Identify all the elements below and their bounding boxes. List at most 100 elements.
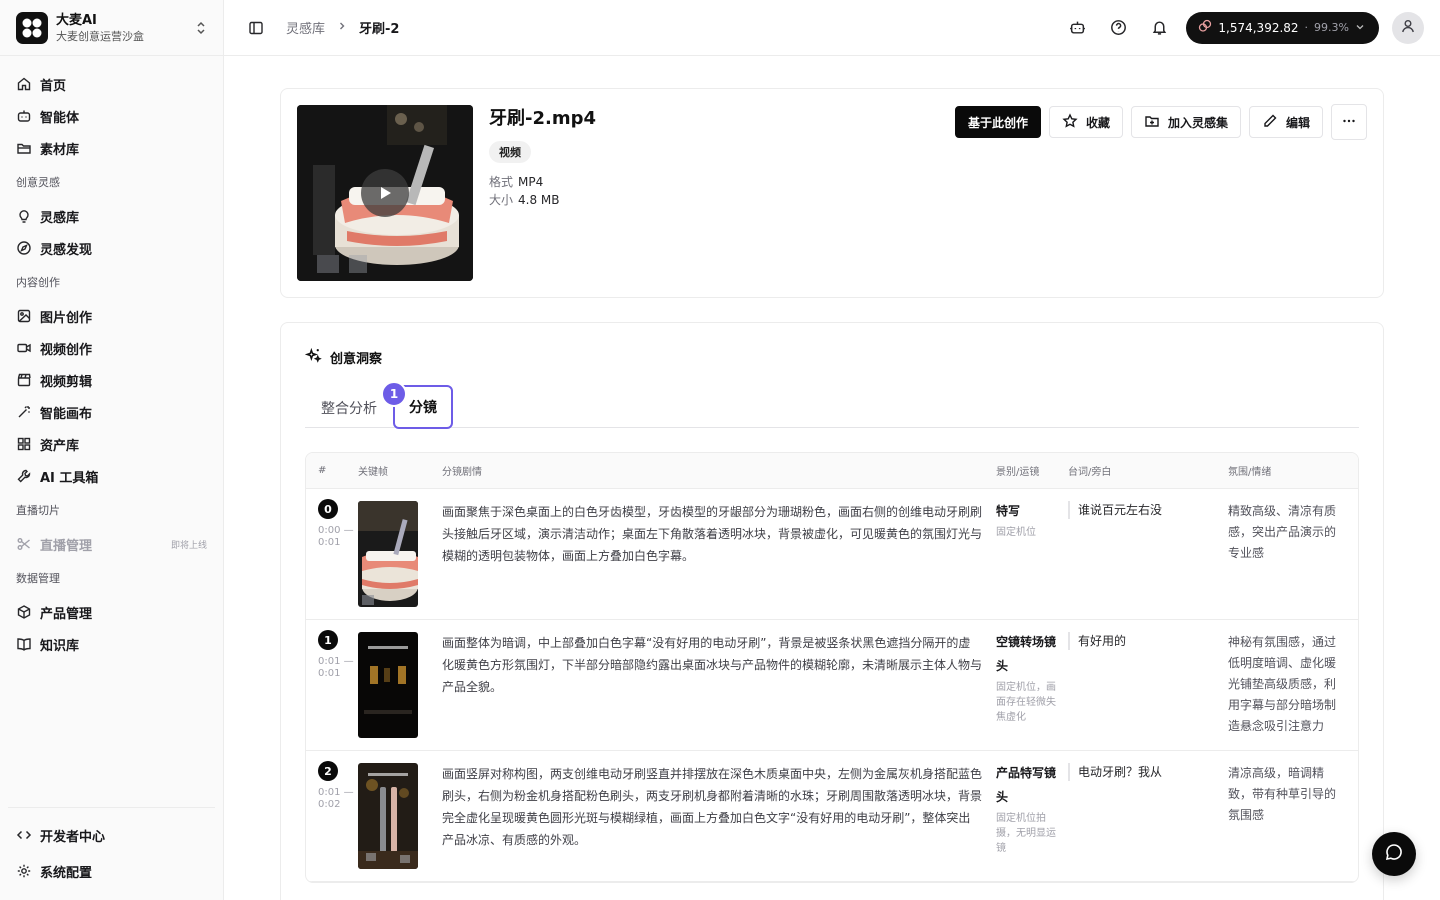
sidebar-item-home[interactable]: 首页 [8,68,215,100]
gear-icon [16,863,32,879]
edit-button[interactable]: 编辑 [1248,106,1323,138]
video-thumbnail[interactable] [297,105,473,281]
app-root: 大麦AI 大麦创意运营沙盒 首页 智能体 素材库 创意灵感 灵感库 灵感发现 内… [0,0,1440,900]
sidebar-item-materials[interactable]: 素材库 [8,132,215,164]
credit-amount: 1,574,392.82 [1218,20,1299,35]
sidebar-item-knowledge-base[interactable]: 知识库 [8,628,215,660]
sidebar-item-video-create[interactable]: 视频创作 [8,332,215,364]
sidebar-item-label: AI 工具箱 [40,470,99,486]
sidebar-item-ai-toolbox[interactable]: AI 工具箱 [8,460,215,492]
sidebar-item-label: 资产库 [40,438,80,454]
row-index: 1 [318,630,338,650]
brand-name: 大麦AI [56,12,97,28]
star-icon [1062,112,1078,132]
add-to-collection-button[interactable]: 加入灵感集 [1130,106,1241,138]
sidebar-item-inspiration-lib[interactable]: 灵感库 [8,200,215,232]
sidebar-item-label: 开发者中心 [40,829,106,845]
format-value: MP4 [518,175,544,189]
create-from-this-button[interactable]: 基于此创作 [954,106,1041,138]
row-dialogue: 电动牙刷？我从 [1068,763,1228,781]
sidebar-item-system-config[interactable]: 系统配置 [8,854,215,888]
sidebar-item-video-edit[interactable]: 视频剪辑 [8,364,215,396]
sidebar-item-inspiration-discover[interactable]: 灵感发现 [8,232,215,264]
clapperboard-icon [16,372,32,388]
topbar: 灵感库 牙刷-2 1,574,392.82 · 99.3% [224,0,1440,56]
insight-tabs: 整合分析 分镜 1 [305,378,1359,429]
row-index: 2 [318,761,338,781]
row-camera: 固定机位 [996,527,1036,538]
breadcrumb: 灵感库 牙刷-2 [286,18,399,37]
row-description: 画面竖屏对称构图，两支创维电动牙刷竖直并排摆放在深色木质桌面中央，左侧为金属灰机… [442,767,983,847]
sidebar-item-smart-canvas[interactable]: 智能画布 [8,396,215,428]
breadcrumb-current: 牙刷-2 [359,22,400,37]
workspace-switcher[interactable]: 大麦AI 大麦创意运营沙盒 [0,0,223,56]
favorite-button[interactable]: 收藏 [1048,106,1123,138]
folder-plus-icon [1144,113,1160,132]
credit-balance-button[interactable]: 1,574,392.82 · 99.3% [1186,11,1379,44]
sidebar-item-image-create[interactable]: 图片创作 [8,300,215,332]
sparkles-icon [304,347,322,368]
row-shot: 特写 [996,504,1021,518]
magic-wand-icon [16,404,32,420]
storyboard-table: # 关键帧 分镜剧情 景别/运镜 台词/旁白 氛围/情绪 0 0:00 —0:0… [305,452,1359,883]
grid-icon [16,436,32,452]
bot-icon[interactable] [1063,14,1091,42]
sidebar-nav: 首页 智能体 素材库 创意灵感 灵感库 灵感发现 内容创作 图片创作 视频创作 … [0,56,223,807]
folder-open-icon [16,140,32,156]
coming-soon-tag: 即将上线 [170,540,207,551]
lightbulb-icon [16,208,32,224]
sidebar-item-asset-lib[interactable]: 资产库 [8,428,215,460]
favorite-label: 收藏 [1085,115,1110,130]
brand-subtitle: 大麦创意运营沙盒 [56,29,144,43]
step-badge: 1 [381,381,407,407]
bot-icon [16,108,32,124]
more-options-button[interactable] [1331,104,1367,140]
scissors-icon [16,536,32,552]
sidebar-item-label: 灵感发现 [40,242,93,258]
asset-card: 牙刷-2.mp4 视频 格式 MP4 大小 4.8 MB 基于此创作 收藏 加入… [280,88,1384,298]
help-circle-icon[interactable] [1104,14,1132,42]
row-shot: 产品特写镜头 [996,766,1057,804]
nav-group-creative: 创意灵感 [16,176,60,189]
chat-button[interactable] [1372,832,1416,876]
pencil-icon [1262,113,1278,132]
sidebar: 大麦AI 大麦创意运营沙盒 首页 智能体 素材库 创意灵感 灵感库 灵感发现 内… [0,0,224,900]
video-camera-icon [16,340,32,356]
nav-group-data: 数据管理 [16,572,60,585]
bell-icon[interactable] [1145,14,1173,42]
creative-insight-card: 创意洞察 整合分析 分镜 1 # 关键帧 分镜剧情 景别/运镜 台词/旁白 氛围… [280,322,1384,900]
sidebar-item-label: 视频剪辑 [40,374,93,390]
row-camera: 固定机位拍摄，无明显运镜 [996,813,1056,854]
sidebar-footer: 开发者中心 系统配置 [8,807,215,900]
sidebar-item-dev-center[interactable]: 开发者中心 [8,818,215,852]
page-content: 牙刷-2.mp4 视频 格式 MP4 大小 4.8 MB 基于此创作 收藏 加入… [224,56,1440,900]
keyframe-thumbnail[interactable] [358,763,418,869]
code-icon [16,827,32,843]
col-shot: 景别/运镜 [996,467,1040,478]
keyframe-thumbnail[interactable] [358,632,418,738]
row-time: 0:01 —0:01 [318,656,354,679]
tab-integrated-analysis[interactable]: 整合分析 [305,389,393,427]
keyframe-thumbnail[interactable] [358,501,418,607]
sidebar-item-label: 系统配置 [40,865,93,881]
breadcrumb-parent[interactable]: 灵感库 [286,18,325,37]
edit-label: 编辑 [1285,115,1310,130]
main-area: 灵感库 牙刷-2 1,574,392.82 · 99.3% 牙刷-2.mp4 视… [224,0,1440,900]
sidebar-item-label: 图片创作 [40,310,93,326]
col-dialogue: 台词/旁白 [1068,467,1112,478]
chevron-down-icon [1355,21,1365,35]
user-avatar[interactable] [1392,11,1424,44]
play-button[interactable] [361,169,409,217]
sidebar-toggle-icon[interactable] [242,14,270,42]
row-index: 0 [318,499,338,519]
chevron-right-icon [337,21,347,34]
size-value: 4.8 MB [518,193,560,207]
table-row: 2 0:01 — 0:02 画面竖屏对称构图，两支创维电动牙刷竖直并排摆放在深色… [306,751,1358,882]
row-shot: 空镜转场镜头 [996,635,1057,673]
row-time: 0:00 —0:01 [318,525,354,548]
sidebar-item-agent[interactable]: 智能体 [8,100,215,132]
sidebar-item-product-manage[interactable]: 产品管理 [8,596,215,628]
wrench-icon [16,468,32,484]
coins-icon [1198,19,1212,36]
size-label: 大小 [489,193,514,207]
